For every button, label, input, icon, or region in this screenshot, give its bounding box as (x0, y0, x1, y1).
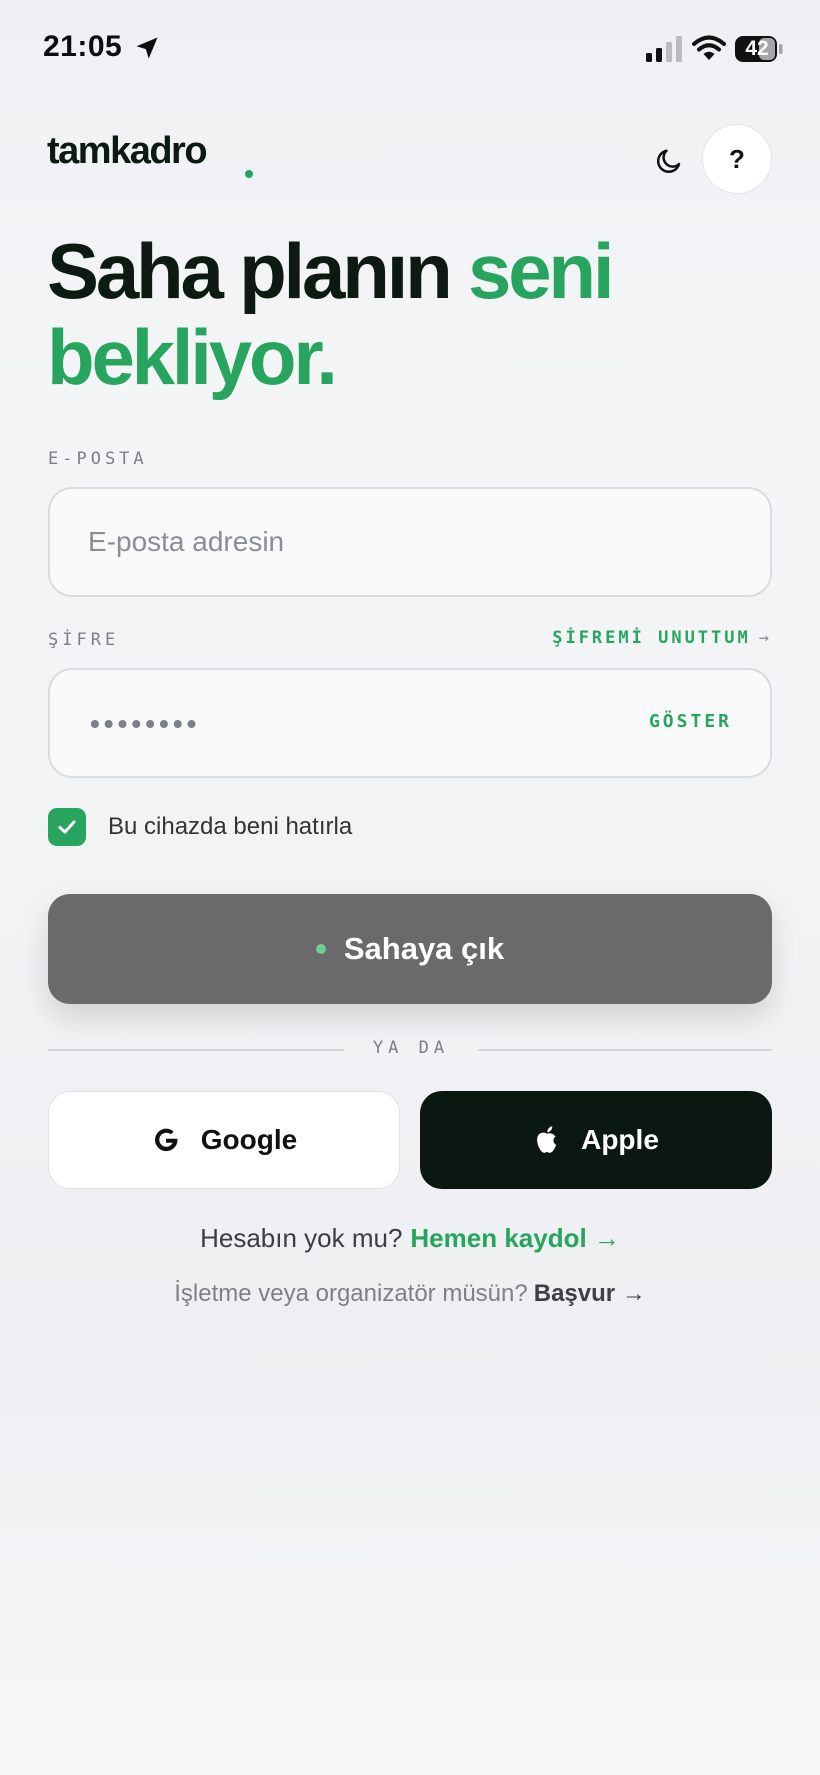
apple-label: Apple (581, 1124, 659, 1155)
forgot-arrow-icon: → (758, 628, 772, 648)
moon-icon (657, 149, 681, 173)
signup-prompt: Hesabın yok mu? (200, 1223, 403, 1253)
password-label: ŞİFRE (48, 630, 120, 650)
google-icon (154, 1128, 178, 1152)
app-logo: tamkadro (47, 130, 208, 172)
business-prompt: İşletme veya organizatör müsün? (174, 1280, 528, 1307)
remember-me-label: Bu cihazda beni hatırla (108, 813, 353, 840)
location-arrow-icon (136, 37, 158, 59)
signup-row: Hesabın yok mu? Hemen kaydol → (0, 1223, 820, 1254)
title-accent-2: bekliyor. (47, 313, 338, 401)
status-time: 21:05 (43, 30, 123, 63)
email-label: E-POSTA (48, 449, 148, 469)
status-dot-icon (315, 944, 326, 954)
signup-link[interactable]: Hemen kaydol → (410, 1223, 620, 1253)
apple-sign-in-button[interactable]: Apple (420, 1091, 772, 1189)
help-button[interactable]: ? (702, 124, 772, 194)
show-password-button[interactable]: GÖSTER (649, 711, 732, 732)
email-field[interactable] (88, 489, 648, 595)
wifi-icon (692, 35, 726, 60)
password-value: •••••••• (90, 708, 201, 739)
password-field[interactable]: •••••••• GÖSTER (48, 668, 772, 778)
remember-me-row: Bu cihazda beni hatırla (48, 808, 352, 846)
remember-me-checkbox[interactable] (48, 808, 86, 846)
status-bar: 21:05 42 (0, 0, 820, 100)
divider-label: YA DA (372, 1038, 450, 1058)
email-field-container (48, 487, 772, 597)
logo-dot (245, 170, 253, 178)
forgot-password-label: ŞİFREMİ UNUTTUM (552, 628, 751, 648)
google-label: Google (200, 1124, 298, 1155)
business-row: İşletme veya organizatör müsün? Başvur → (0, 1280, 820, 1308)
submit-button[interactable]: Sahaya çık (48, 894, 772, 1004)
forgot-password-link[interactable]: ŞİFREMİ UNUTTUM → (552, 628, 772, 648)
page-title: Saha planın seni bekliyor. (47, 228, 787, 400)
divider-line-left (48, 1049, 344, 1051)
theme-toggle-button[interactable] (650, 142, 688, 180)
signal-icon (646, 36, 682, 62)
submit-label: Sahaya çık (343, 931, 505, 966)
title-part-1: Saha planın (47, 227, 453, 315)
title-accent-1: seni (468, 227, 614, 315)
battery-level: 42 (745, 37, 769, 60)
check-icon (58, 820, 76, 834)
apply-link[interactable]: Başvur → (534, 1280, 646, 1307)
apple-icon (537, 1126, 557, 1153)
divider-line-right (478, 1049, 772, 1051)
google-sign-in-button[interactable]: Google (48, 1091, 400, 1189)
